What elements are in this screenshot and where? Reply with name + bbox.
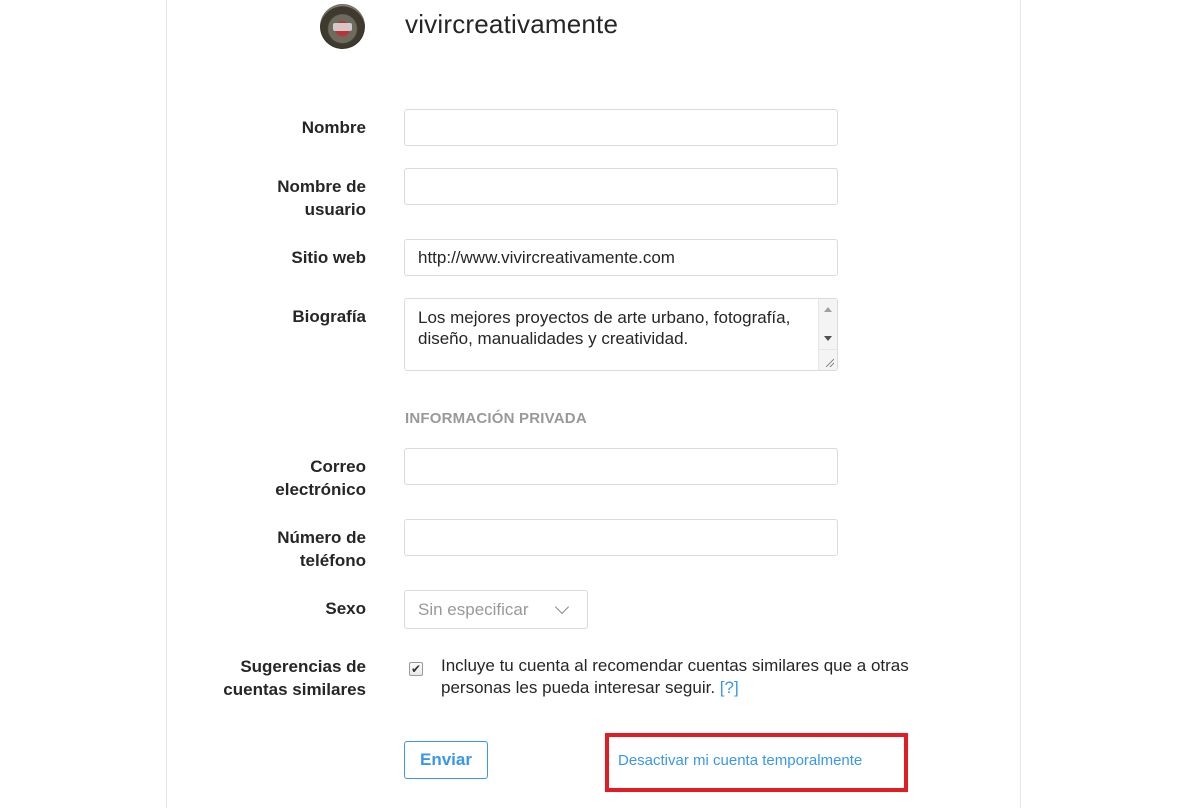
bio-scrollbar[interactable] xyxy=(818,299,837,349)
username-input[interactable] xyxy=(404,168,838,205)
profile-avatar[interactable] xyxy=(320,4,365,49)
suggestions-checkbox[interactable]: ✔ xyxy=(409,662,423,676)
email-label: Correo electrónico xyxy=(275,455,366,501)
suggestions-label-line1: Sugerencias de xyxy=(240,657,366,676)
phone-label: Número de teléfono xyxy=(277,526,366,572)
username-label-line2: usuario xyxy=(304,200,366,219)
phone-label-line2: teléfono xyxy=(299,551,366,570)
phone-input[interactable] xyxy=(404,519,838,556)
suggestions-label-line2: cuentas similares xyxy=(223,680,366,699)
suggestions-description: Incluye tu cuenta al recomendar cuentas … xyxy=(441,655,941,699)
gender-select[interactable]: Sin especificar xyxy=(404,590,588,629)
website-label: Sitio web xyxy=(291,248,366,267)
scroll-up-icon[interactable] xyxy=(824,307,832,312)
email-input[interactable] xyxy=(404,448,838,485)
chevron-down-icon xyxy=(554,599,570,615)
name-input[interactable] xyxy=(404,109,838,146)
private-info-heading: INFORMACIÓN PRIVADA xyxy=(405,410,587,427)
submit-button[interactable]: Enviar xyxy=(404,741,488,779)
website-input[interactable]: http://www.vivircreativamente.com xyxy=(404,239,838,276)
bio-label: Biografía xyxy=(292,307,366,326)
gender-label: Sexo xyxy=(325,599,366,618)
phone-label-line1: Número de xyxy=(277,528,366,547)
username-label-line1: Nombre de xyxy=(277,177,366,196)
scroll-down-icon[interactable] xyxy=(824,336,832,341)
bio-textarea[interactable]: Los mejores proyectos de arte urbano, fo… xyxy=(404,298,838,371)
gender-selected: Sin especificar xyxy=(418,600,529,619)
username-label: Nombre de usuario xyxy=(277,175,366,221)
profile-username: vivircreativamente xyxy=(405,9,619,39)
suggestions-text: Incluye tu cuenta al recomendar cuentas … xyxy=(441,656,909,697)
deactivate-account-link[interactable]: Desactivar mi cuenta temporalmente xyxy=(618,750,862,772)
suggestions-label: Sugerencias de cuentas similares xyxy=(223,655,366,701)
email-label-line1: Correo xyxy=(310,457,366,476)
bio-text: Los mejores proyectos de arte urbano, fo… xyxy=(418,308,791,348)
email-label-line2: electrónico xyxy=(275,480,366,499)
resize-handle-icon[interactable] xyxy=(818,349,837,370)
name-label: Nombre xyxy=(301,118,366,137)
checkmark-icon: ✔ xyxy=(410,662,422,676)
suggestions-help-link[interactable]: [?] xyxy=(720,678,739,697)
